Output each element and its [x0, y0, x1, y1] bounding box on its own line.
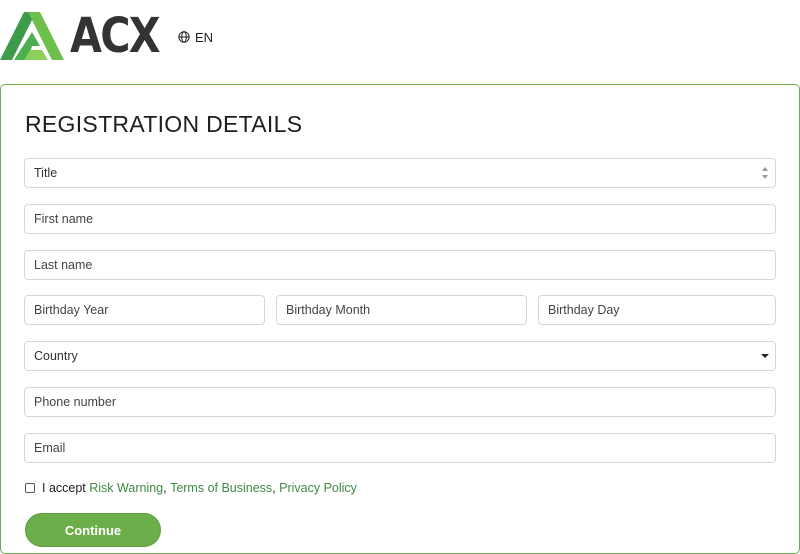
privacy-policy-link[interactable]: Privacy Policy	[279, 481, 357, 495]
terms-of-business-link[interactable]: Terms of Business	[170, 481, 272, 495]
title-select-value: Title	[34, 166, 58, 180]
terms-consent: I accept Risk Warning , Terms of Busines…	[25, 479, 357, 497]
birthday-day-input[interactable]	[538, 295, 776, 325]
continue-button[interactable]: Continue	[25, 513, 161, 547]
country-select-value: Country	[34, 349, 78, 363]
risk-warning-link[interactable]: Risk Warning	[89, 481, 163, 495]
phone-number-input[interactable]	[24, 387, 776, 417]
page-title: REGISTRATION DETAILS	[25, 111, 303, 137]
header: ACX EN	[0, 0, 800, 84]
consent-separator: ,	[163, 481, 171, 495]
accept-checkbox[interactable]	[25, 483, 35, 493]
birthday-month-input[interactable]	[276, 295, 527, 325]
acx-logo-icon[interactable]	[0, 10, 64, 62]
language-label: EN	[195, 29, 214, 45]
first-name-input[interactable]	[24, 204, 776, 234]
language-selector[interactable]: EN	[178, 28, 213, 46]
globe-icon	[178, 31, 190, 43]
title-select[interactable]: Title	[24, 158, 776, 188]
email-input[interactable]	[24, 433, 776, 463]
consent-prefix: I accept	[42, 481, 90, 495]
chevron-down-icon	[761, 354, 769, 358]
birthday-year-input[interactable]	[24, 295, 265, 325]
consent-separator: ,	[272, 481, 280, 495]
logo-text[interactable]: ACX	[70, 8, 161, 64]
up-down-arrows-icon	[762, 167, 768, 179]
country-select[interactable]: Country	[24, 341, 776, 371]
last-name-input[interactable]	[24, 250, 776, 280]
registration-card: REGISTRATION DETAILS Title Country I acc…	[0, 84, 800, 554]
